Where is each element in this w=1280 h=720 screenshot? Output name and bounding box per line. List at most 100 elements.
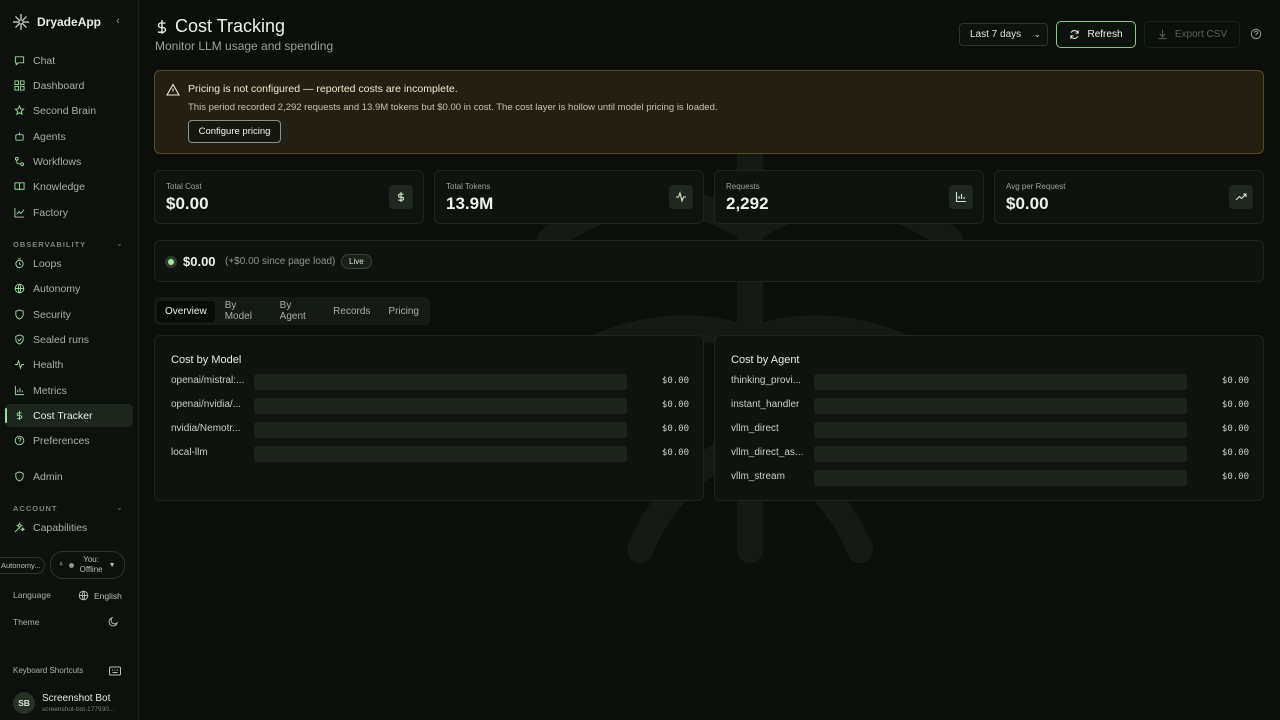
sidebar-item-knowledge[interactable]: Knowledge — [5, 175, 133, 198]
row-label: nvidia/Nemotr... — [171, 423, 241, 434]
moon-icon — [108, 616, 119, 627]
cost-bar — [254, 374, 627, 390]
download-icon — [1158, 29, 1167, 40]
brand[interactable]: DryadeApp — [11, 12, 101, 32]
tab-overview[interactable]: Overview — [157, 300, 215, 322]
sidebar-item-workflows[interactable]: Workflows — [5, 150, 133, 173]
theme-label: Theme — [13, 617, 40, 627]
sidebar-item-label: Chat — [33, 54, 56, 67]
section-label-observability: OBSERVABILITY — [13, 240, 87, 249]
panel-title: Cost by Model — [171, 354, 242, 366]
avatar[interactable]: SB — [13, 692, 35, 714]
row-label: vllm_stream — [731, 471, 785, 482]
agent-row: instant_handler $0.00 — [731, 398, 1249, 414]
tab-bar: Overview By Model By Agent Records Prici… — [154, 297, 430, 325]
collapse-sidebar-icon[interactable]: ‹ — [112, 15, 124, 27]
stat-value: $0.00 — [166, 194, 209, 213]
status-line-1: You: — [83, 555, 99, 564]
sidebar-item-loops[interactable]: Loops — [5, 252, 133, 275]
sidebar-item-label: Loops — [33, 257, 62, 270]
dropdown-caret-icon: ▼ — [108, 561, 116, 569]
sidebar-item-factory[interactable]: Factory — [5, 201, 133, 224]
sidebar-item-metrics[interactable]: Metrics — [5, 379, 133, 402]
alert-title: Pricing is not configured — reported cos… — [188, 83, 458, 95]
dollar-icon — [389, 185, 413, 209]
sidebar-item-admin[interactable]: Admin — [5, 465, 133, 488]
export-csv-button[interactable]: Export CSV — [1144, 21, 1240, 48]
pricing-warning-alert: Pricing is not configured — reported cos… — [154, 70, 1264, 154]
model-row: nvidia/Nemotr... $0.00 — [171, 422, 689, 438]
sidebar-item-cost-tracker[interactable]: Cost Tracker — [5, 404, 133, 427]
warning-icon — [166, 83, 180, 96]
keyboard-icon — [109, 666, 121, 676]
theme-toggle[interactable] — [108, 616, 119, 627]
language-select[interactable]: English — [78, 590, 122, 601]
stat-value: $0.00 — [1006, 194, 1049, 213]
panel-title: Cost by Agent — [731, 354, 800, 366]
help-circle-icon[interactable] — [1250, 28, 1262, 40]
brain-icon — [14, 105, 25, 116]
sidebar-item-sealed-runs[interactable]: Sealed runs — [5, 328, 133, 351]
configure-pricing-button[interactable]: Configure pricing — [188, 120, 281, 143]
sidebar-item-label: Metrics — [33, 384, 67, 397]
page-subtitle: Monitor LLM usage and spending — [155, 39, 334, 53]
status-line-2: Offline — [79, 565, 103, 574]
autonomy-pill[interactable]: Autonomy... — [0, 557, 45, 574]
workflow-icon — [14, 156, 25, 167]
export-label: Export CSV — [1174, 29, 1228, 40]
status-pill[interactable]: ᴬ You: Offline ▼ — [50, 551, 125, 579]
tab-by-agent[interactable]: By Agent — [272, 300, 324, 322]
dashboard-icon — [14, 80, 25, 91]
cost-by-model-panel: Cost by Model openai/mistral:... $0.00 ope… — [154, 335, 704, 501]
row-value: $0.00 — [1221, 376, 1249, 386]
bar-chart-icon — [14, 385, 25, 396]
refresh-button[interactable]: Refresh — [1056, 21, 1136, 48]
tab-records[interactable]: Records — [325, 301, 378, 322]
bar-chart-icon — [949, 185, 973, 209]
sidebar-item-health[interactable]: Health — [5, 353, 133, 376]
loop-icon — [15, 258, 24, 269]
sidebar-item-autonomy[interactable]: Autonomy — [5, 277, 133, 300]
model-row: local-llm $0.00 — [171, 446, 689, 462]
autonomy-pill-label: Autonomy... — [1, 561, 41, 570]
refresh-icon — [1070, 30, 1080, 39]
agent-row: vllm_direct $0.00 — [731, 422, 1249, 438]
cost-bar — [814, 470, 1187, 486]
stat-card-avg-per-request: Avg per Request $0.00 — [994, 170, 1264, 224]
book-icon — [14, 182, 25, 191]
date-range-select[interactable]: Last 7 days ⌄ — [959, 23, 1048, 46]
row-value: $0.00 — [1221, 472, 1249, 482]
sidebar-item-dashboard[interactable]: Dashboard — [5, 74, 133, 97]
factory-icon — [14, 207, 25, 218]
sidebar-item-second-brain[interactable]: Second Brain — [5, 99, 133, 122]
tab-pricing[interactable]: Pricing — [380, 301, 427, 322]
chevron-down-icon[interactable]: ⌄ — [116, 503, 123, 512]
sidebar-item-preferences[interactable]: Preferences — [5, 429, 133, 452]
sidebar-item-chat[interactable]: Chat — [5, 49, 133, 72]
sidebar-item-security[interactable]: Security — [5, 303, 133, 326]
keyboard-shortcuts-button[interactable] — [109, 666, 121, 676]
tab-by-model[interactable]: By Model — [217, 300, 270, 322]
status-dot — [68, 562, 74, 568]
stat-card-total-cost: Total Cost $0.00 — [154, 170, 424, 224]
page-title-text: Cost Tracking — [175, 16, 286, 36]
user-name: Screenshot Bot — [42, 693, 111, 704]
row-value: $0.00 — [661, 448, 689, 458]
chevron-down-icon[interactable]: ⌄ — [116, 239, 123, 248]
sidebar-item-label: Second Brain — [33, 104, 97, 117]
chat-icon — [14, 56, 25, 66]
sidebar-item-agents[interactable]: Agents — [5, 125, 133, 148]
row-value: $0.00 — [661, 376, 689, 386]
row-label: instant_handler — [731, 399, 800, 410]
dollar-icon — [157, 19, 167, 34]
live-delta: (+$0.00 since page load) — [225, 256, 336, 267]
stat-card-requests: Requests 2,292 — [714, 170, 984, 224]
alert-body: This period recorded 2,292 requests and … — [188, 102, 718, 113]
stat-label: Total Tokens — [446, 182, 491, 191]
stat-label: Avg per Request — [1006, 182, 1066, 191]
model-row: openai/nvidia/... $0.00 — [171, 398, 689, 414]
sidebar-item-capabilities[interactable]: Capabilities — [5, 516, 133, 539]
sidebar-item-label: Security — [33, 308, 71, 321]
cost-bar — [814, 374, 1187, 390]
row-value: $0.00 — [1221, 400, 1249, 410]
